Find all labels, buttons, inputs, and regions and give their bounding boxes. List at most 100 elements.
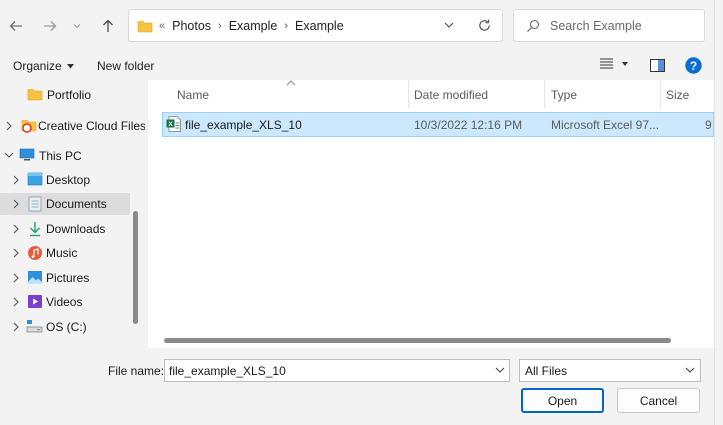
help-button[interactable]: ? <box>685 57 702 77</box>
breadcrumb-separator-icon[interactable]: › <box>218 20 222 32</box>
back-button[interactable] <box>4 14 28 38</box>
column-header-size[interactable]: Size <box>666 80 689 110</box>
address-dropdown-icon[interactable] <box>443 19 455 31</box>
videos-icon <box>28 295 42 308</box>
horizontal-scrollbar[interactable] <box>164 338 671 343</box>
chevron-right-icon[interactable] <box>12 322 20 332</box>
up-arrow-icon <box>103 19 113 32</box>
sidebar-item-label: OS (C:) <box>46 320 87 334</box>
preview-pane-icon <box>650 59 665 72</box>
creative-cloud-icon <box>21 120 37 133</box>
chevron-down-icon[interactable] <box>4 151 14 159</box>
file-name-combobox[interactable] <box>164 359 510 382</box>
chevron-right-icon[interactable] <box>12 224 20 234</box>
file-name-input[interactable] <box>169 360 489 381</box>
breadcrumb-separator-icon[interactable]: › <box>284 20 288 32</box>
organize-button[interactable]: Organize <box>13 59 74 73</box>
sidebar-item-label: Creative Cloud Files <box>38 119 145 133</box>
folder-icon <box>137 21 153 33</box>
search-icon <box>527 19 540 32</box>
search-box[interactable] <box>513 9 705 42</box>
file-type-select[interactable]: All Files <box>519 359 701 382</box>
column-header-type[interactable]: Type <box>551 80 577 110</box>
column-divider[interactable] <box>660 80 661 108</box>
sidebar-item-pictures[interactable]: Pictures <box>0 267 130 289</box>
navigation-pane: Portfolio Creative Cloud Files This PC D… <box>0 80 145 348</box>
open-button[interactable]: Open <box>521 388 604 413</box>
sidebar-item-creative-cloud[interactable]: Creative Cloud Files <box>0 115 145 137</box>
file-type: Microsoft Excel 97... <box>551 118 660 132</box>
column-divider[interactable] <box>544 80 545 108</box>
file-list: Name Date modified Type Size X file_exam… <box>148 80 714 348</box>
preview-pane-button[interactable] <box>650 59 665 75</box>
search-input[interactable] <box>550 10 700 41</box>
chevron-right-icon[interactable] <box>12 175 20 185</box>
desktop-icon <box>27 172 43 186</box>
sidebar-item-label: Documents <box>46 197 107 211</box>
breadcrumb-photos[interactable]: Photos <box>172 19 211 33</box>
recent-locations-button[interactable] <box>68 14 86 38</box>
chevron-down-icon[interactable] <box>495 366 505 374</box>
sidebar-item-videos[interactable]: Videos <box>0 291 130 313</box>
caret-down-icon <box>66 63 74 68</box>
sidebar-scrollbar[interactable] <box>133 211 138 324</box>
file-type-value: All Files <box>525 364 568 378</box>
command-bar: Organize New folder ? <box>0 52 714 80</box>
breadcrumb-example[interactable]: Example <box>229 19 278 33</box>
sidebar-item-desktop[interactable]: Desktop <box>0 169 130 191</box>
column-header-name[interactable]: Name <box>177 80 209 110</box>
sidebar-item-this-pc[interactable]: This PC <box>0 145 130 167</box>
forward-button[interactable] <box>38 14 62 38</box>
file-date-modified: 10/3/2022 12:16 PM <box>414 118 523 132</box>
up-button[interactable] <box>96 14 120 38</box>
file-size: 9 <box>705 118 712 132</box>
change-view-button[interactable] <box>600 58 628 69</box>
sidebar-item-os-c[interactable]: OS (C:) <box>0 316 130 338</box>
documents-icon <box>28 196 42 212</box>
breadcrumb: « Photos › Example › Example <box>159 10 344 41</box>
organize-label: Organize <box>13 59 62 73</box>
refresh-icon[interactable] <box>477 18 492 33</box>
sidebar-item-label: Music <box>46 246 78 260</box>
sidebar-item-portfolio[interactable]: Portfolio <box>0 84 130 106</box>
list-view-icon <box>600 58 613 69</box>
breadcrumb-overflow[interactable]: « <box>159 20 165 32</box>
drive-icon <box>26 320 43 333</box>
file-name: file_example_XLS_10 <box>185 118 302 132</box>
sidebar-item-downloads[interactable]: Downloads <box>0 218 130 240</box>
navigation-bar: « Photos › Example › Example <box>0 0 723 52</box>
svg-text:?: ? <box>690 59 697 73</box>
excel-file-icon: X <box>166 116 181 132</box>
table-row[interactable]: X file_example_XLS_10 10/3/2022 12:16 PM… <box>162 112 714 137</box>
column-header-date-modified[interactable]: Date modified <box>414 80 488 110</box>
help-icon: ? <box>685 57 702 74</box>
chevron-right-icon[interactable] <box>12 248 20 258</box>
sidebar-item-label: Pictures <box>46 271 90 285</box>
new-folder-button[interactable]: New folder <box>97 59 154 73</box>
chevron-right-icon[interactable] <box>12 273 20 283</box>
downloads-icon <box>30 222 40 237</box>
sidebar-item-label: Portfolio <box>47 88 92 102</box>
sidebar-item-label: Videos <box>46 295 83 309</box>
sidebar-item-label: This PC <box>39 149 82 163</box>
cancel-button[interactable]: Cancel <box>617 388 700 413</box>
back-arrow-icon <box>9 21 22 31</box>
window-edge <box>714 0 723 425</box>
address-bar[interactable]: « Photos › Example › Example <box>128 9 503 42</box>
sort-ascending-icon <box>286 80 296 86</box>
breadcrumb-example-current[interactable]: Example <box>295 19 344 33</box>
chevron-right-icon[interactable] <box>5 121 13 131</box>
forward-arrow-icon <box>44 21 57 31</box>
column-divider[interactable] <box>408 80 409 108</box>
folder-icon <box>27 89 43 101</box>
pictures-icon <box>28 271 42 284</box>
chevron-right-icon[interactable] <box>12 199 20 209</box>
sidebar-item-documents[interactable]: Documents <box>0 193 130 215</box>
file-name-label: File name: <box>108 364 165 378</box>
sidebar-item-label: Downloads <box>46 222 106 236</box>
sidebar-item-music[interactable]: Music <box>0 242 130 264</box>
dialog-footer: File name: All Files Open Cancel <box>0 348 714 425</box>
music-icon <box>28 246 42 260</box>
caret-down-icon <box>622 61 628 66</box>
chevron-right-icon[interactable] <box>12 297 20 307</box>
